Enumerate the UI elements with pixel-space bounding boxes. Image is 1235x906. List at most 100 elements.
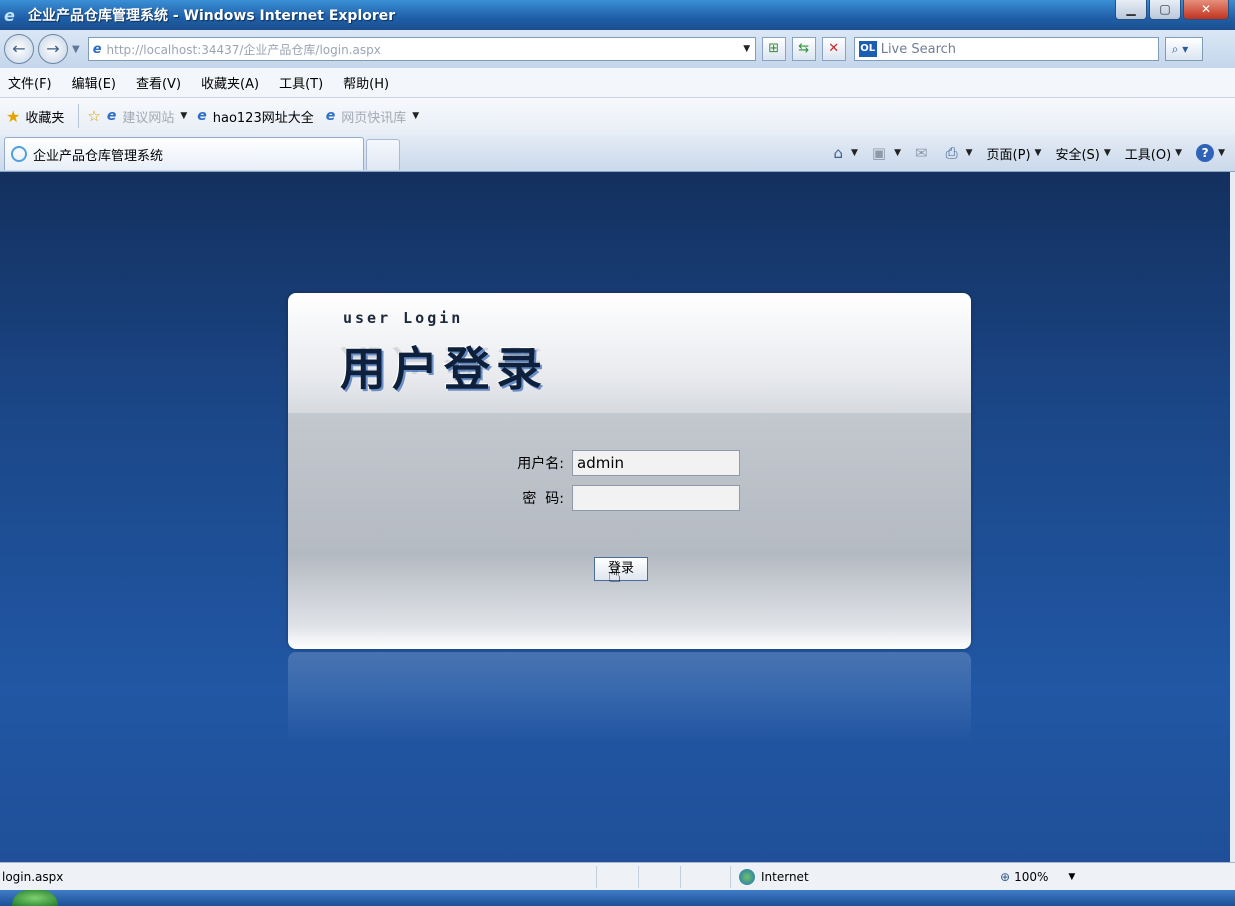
address-bar: ← → ▼ e http://localhost:34437/企业产品仓库/lo… <box>0 30 1235 68</box>
fav-link-suggested-sites[interactable]: 建议网站 <box>122 107 174 126</box>
printer-icon: ⎙ <box>945 144 958 162</box>
mail-button[interactable]: ✉ <box>915 144 932 162</box>
url-dropdown-icon[interactable]: ▼ <box>739 44 755 54</box>
ie-page-icon: e <box>325 108 336 124</box>
window-title: 企业产品仓库管理系统 - Windows Internet Explorer <box>28 8 396 24</box>
help-button[interactable]: ? ▼ <box>1196 144 1225 162</box>
ie-logo-icon: e <box>4 6 15 25</box>
feeds-button[interactable]: ▣ ▼ <box>872 144 901 162</box>
ie-page-icon: e <box>106 108 117 124</box>
login-title-reflection: 用户登录 <box>340 343 548 376</box>
zoom-control[interactable]: ⊕ 100% ▼ <box>1000 870 1075 884</box>
help-icon: ? <box>1196 144 1215 162</box>
refresh-button[interactable]: ⇆ <box>791 37 816 61</box>
forward-arrow-icon: → <box>46 39 60 58</box>
add-favorite-icon[interactable]: ☆ <box>87 107 100 125</box>
search-placeholder: Live Search <box>880 41 957 57</box>
menu-edit[interactable]: 编辑(E) <box>72 73 116 92</box>
close-button[interactable]: ✕ <box>1183 0 1229 20</box>
compatibility-button[interactable]: ⊞ <box>761 37 786 61</box>
new-tab-button[interactable] <box>366 139 400 170</box>
login-panel-reflection <box>288 652 971 742</box>
username-field[interactable] <box>572 450 740 476</box>
stop-icon: ✕ <box>828 41 840 56</box>
menu-bar: 文件(F) 编辑(E) 查看(V) 收藏夹(A) 工具(T) 帮助(H) <box>0 68 1235 98</box>
fav-link-web-slice-gallery[interactable]: 网页快讯库 <box>341 107 406 126</box>
taskbar <box>0 890 1235 906</box>
live-search-icon: OL <box>858 41 877 57</box>
login-header: user Login 用户登录 用户登录 <box>288 293 971 413</box>
status-cell <box>680 865 722 888</box>
minimize-button[interactable]: ▁ <box>1115 0 1147 20</box>
print-button[interactable]: ⎙ ▼ <box>946 144 973 162</box>
menu-tools[interactable]: 工具(T) <box>279 73 323 92</box>
login-form: 用户名: 密 码: 登录 ☝ <box>288 413 971 649</box>
home-button[interactable]: ⌂ ▼ <box>833 144 857 162</box>
restore-button[interactable]: ▢ <box>1149 0 1181 20</box>
password-label: 密 码: <box>522 491 564 507</box>
tab-label: 企业产品仓库管理系统 <box>33 148 164 164</box>
favorites-button[interactable]: 收藏夹 <box>25 107 64 126</box>
menu-view[interactable]: 查看(V) <box>136 73 181 92</box>
login-subtitle: user Login <box>343 309 464 327</box>
chevron-down-icon: ▼ <box>965 148 973 158</box>
chevron-down-icon[interactable]: ▼ <box>412 111 419 121</box>
chevron-down-icon: ▼ <box>1068 871 1076 882</box>
username-label: 用户名: <box>517 456 564 472</box>
refresh-icon: ⇆ <box>798 41 810 56</box>
url-text[interactable]: http://localhost:34437/企业产品仓库/login.aspx <box>107 41 739 58</box>
mail-icon: ✉ <box>915 144 928 162</box>
url-field[interactable]: e http://localhost:34437/企业产品仓库/login.as… <box>87 37 756 61</box>
search-button[interactable]: ⌕ ▾ <box>1164 37 1203 61</box>
chevron-down-icon: ▼ <box>850 148 858 158</box>
back-button[interactable]: ← <box>4 34 34 64</box>
chevron-down-icon: ▼ <box>1103 148 1111 158</box>
page-content: user Login 用户登录 用户登录 用户名: 密 码: 登录 ☝ <box>0 172 1230 862</box>
tools-menu-label: 工具(O) <box>1124 147 1172 163</box>
password-field[interactable] <box>572 485 740 511</box>
menu-file[interactable]: 文件(F) <box>8 73 52 92</box>
start-button[interactable] <box>12 890 58 906</box>
back-arrow-icon: ← <box>12 39 26 58</box>
page-scrollbar[interactable] <box>1230 172 1235 862</box>
favorites-star-icon[interactable]: ★ <box>6 107 20 126</box>
home-icon: ⌂ <box>833 144 843 162</box>
search-input[interactable]: OL Live Search <box>853 37 1159 61</box>
favorites-bar: ★ 收藏夹 ☆ e 建议网站 ▼ e hao123网址大全 e 网页快讯库 ▼ <box>0 98 1235 134</box>
loading-icon <box>11 146 27 162</box>
menu-help[interactable]: 帮助(H) <box>343 73 389 92</box>
page-menu[interactable]: 页面(P) ▼ <box>987 144 1042 163</box>
chevron-down-icon[interactable]: ▼ <box>180 111 187 121</box>
chevron-down-icon: ▼ <box>1175 148 1183 158</box>
tab-bar: 企业产品仓库管理系统 ⌂ ▼ ▣ ▼ ✉ ⎙ ▼ 页面(P) ▼ 安全(S) ▼ 工具(O… <box>0 134 1235 172</box>
page-menu-label: 页面(P) <box>986 147 1031 163</box>
globe-icon <box>739 868 755 885</box>
rss-icon: ▣ <box>871 144 887 162</box>
tab-login[interactable]: 企业产品仓库管理系统 <box>4 137 364 170</box>
safety-menu-label: 安全(S) <box>1055 147 1100 163</box>
status-cell <box>638 865 680 888</box>
security-zone[interactable]: Internet <box>730 865 890 888</box>
tools-menu[interactable]: 工具(O) ▼ <box>1125 144 1182 163</box>
username-row: 用户名: <box>494 450 740 476</box>
status-bar: login.aspx Internet ⊕ 100% ▼ <box>0 862 1235 890</box>
status-cell <box>596 865 638 888</box>
page-icon: e <box>92 41 102 57</box>
stop-button[interactable]: ✕ <box>821 37 846 61</box>
login-panel: user Login 用户登录 用户登录 用户名: 密 码: 登录 ☝ <box>288 293 971 649</box>
menu-favorites[interactable]: 收藏夹(A) <box>201 73 259 92</box>
status-text: login.aspx <box>2 869 64 884</box>
compatibility-icon: ⊞ <box>768 41 780 56</box>
ie-page-icon: e <box>197 108 207 124</box>
chevron-down-icon: ▼ <box>1034 148 1042 158</box>
zoom-level: 100% <box>1014 869 1049 884</box>
window-controls: ▁ ▢ ✕ <box>1115 0 1229 20</box>
separator <box>78 104 80 128</box>
command-bar: ⌂ ▼ ▣ ▼ ✉ ⎙ ▼ 页面(P) ▼ 安全(S) ▼ 工具(O) ▼ ? ▼ <box>819 140 1225 166</box>
forward-button[interactable]: → <box>38 34 68 64</box>
history-dropdown-icon[interactable]: ▼ <box>72 44 80 55</box>
hand-cursor-icon: ☝ <box>608 563 622 588</box>
fav-link-hao123[interactable]: hao123网址大全 <box>213 107 314 126</box>
title-bar: e 企业产品仓库管理系统 - Windows Internet Explorer… <box>0 0 1235 30</box>
safety-menu[interactable]: 安全(S) ▼ <box>1055 144 1110 163</box>
